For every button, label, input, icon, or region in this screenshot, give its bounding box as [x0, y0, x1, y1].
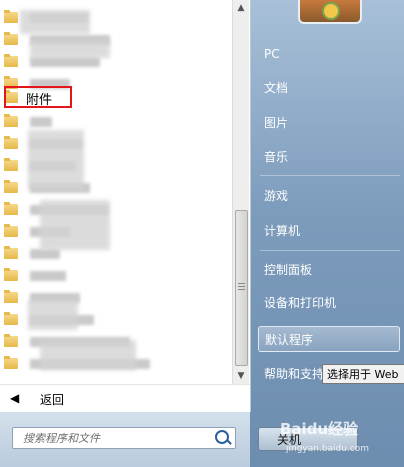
menu-item-music[interactable]: 音乐: [258, 144, 400, 170]
search-icon[interactable]: [215, 430, 229, 444]
folder-icon: [4, 334, 18, 347]
program-list: 附件: [0, 0, 232, 384]
watermark: Baidu经验 jingyan.baidu.com: [280, 418, 400, 462]
folder-icon: [4, 136, 18, 149]
divider: [260, 250, 400, 251]
folder-icon: [4, 246, 18, 259]
list-item[interactable]: [4, 244, 229, 264]
folder-icon: [4, 180, 18, 193]
menu-item-pc[interactable]: PC: [258, 41, 400, 67]
menu-item-devices-printers[interactable]: 设备和打印机: [258, 290, 400, 316]
back-arrow-icon: ◀: [10, 391, 20, 405]
scroll-thumb[interactable]: [235, 210, 248, 366]
menu-item-default-programs[interactable]: 默认程序: [258, 326, 400, 352]
start-menu: 附件 ▲ ▼ ◀ 返回 搜索程序和文件 PC 文档 图片 音乐 游戏 计算机 控…: [0, 0, 404, 467]
scroll-up-icon[interactable]: ▲: [233, 0, 249, 16]
scrollbar[interactable]: ▲ ▼: [232, 0, 249, 384]
folder-icon: [4, 224, 18, 237]
user-avatar[interactable]: [298, 0, 362, 24]
folder-icon: [4, 356, 18, 369]
folder-icon: [4, 32, 18, 45]
list-item[interactable]: [4, 222, 229, 242]
folder-icon: [4, 202, 18, 215]
search-area: [0, 412, 250, 467]
folder-icon: [4, 54, 18, 67]
folder-icon: [4, 10, 18, 23]
menu-item-documents[interactable]: 文档: [258, 75, 400, 101]
folder-icon: [4, 290, 18, 303]
programs-pane: 附件 ▲ ▼ ◀ 返回: [0, 0, 251, 413]
folder-icon: [4, 158, 18, 171]
search-input[interactable]: [21, 428, 213, 448]
menu-item-computer[interactable]: 计算机: [258, 218, 400, 244]
list-item[interactable]: [4, 200, 229, 220]
menu-item-pictures[interactable]: 图片: [258, 110, 400, 136]
list-item[interactable]: [4, 266, 229, 286]
folder-icon: [4, 312, 18, 325]
menu-item-games[interactable]: 游戏: [258, 183, 400, 209]
folder-icon: [4, 268, 18, 281]
watermark-sub: jingyan.baidu.com: [286, 444, 370, 454]
watermark-text: Baidu经验: [280, 420, 359, 438]
tooltip: 选择用于 Web: [322, 364, 404, 384]
folder-icon: [4, 114, 18, 127]
highlight-box: [4, 86, 72, 108]
list-item[interactable]: [4, 112, 229, 132]
divider: [260, 175, 400, 176]
menu-item-control-panel[interactable]: 控制面板: [258, 257, 400, 283]
back-label: 返回: [40, 393, 65, 407]
back-button[interactable]: ◀ 返回: [0, 384, 250, 413]
search-box[interactable]: [12, 427, 236, 449]
scroll-down-icon[interactable]: ▼: [233, 368, 249, 384]
